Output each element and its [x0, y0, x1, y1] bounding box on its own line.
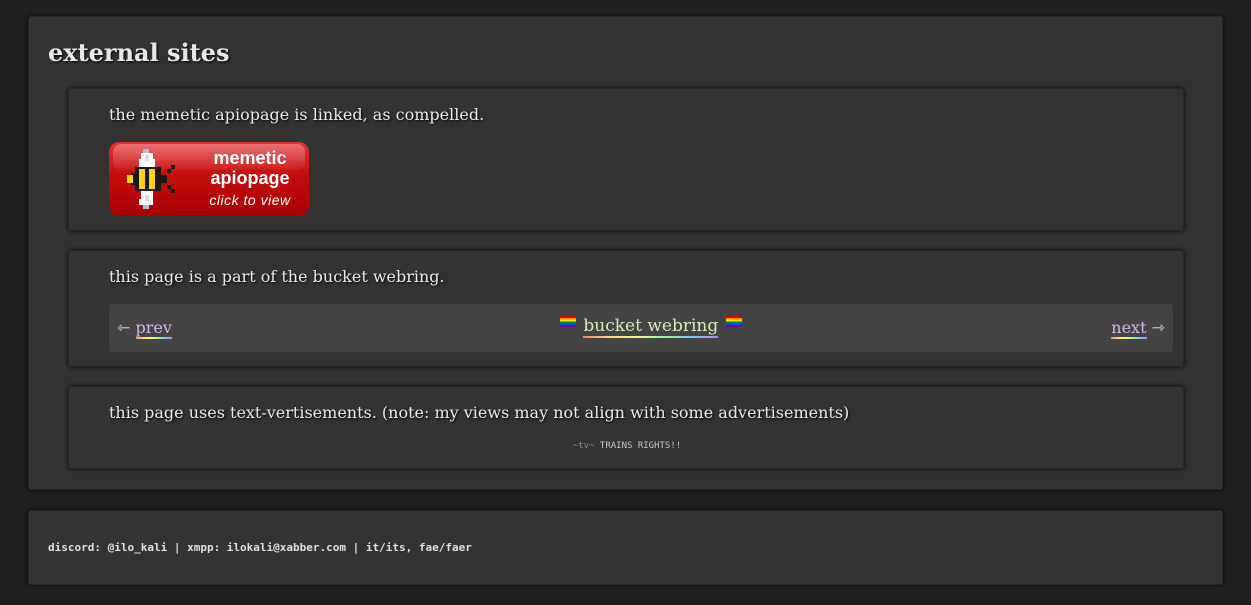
textvertisement-card: this page uses text-vertisements. (note:…: [68, 386, 1184, 469]
textvertisement-description: this page uses text-vertisements. (note:…: [109, 403, 850, 422]
webring-prev: ⇽ prev: [117, 317, 172, 339]
pride-flag-icon: [560, 316, 576, 327]
textvertisement: ~tv~ TRAINS RIGHTS!!: [69, 440, 1185, 452]
left-arrow-icon: ⇽: [117, 318, 131, 337]
webring-next-link[interactable]: next: [1111, 318, 1147, 339]
external-sites-panel: external sites the memetic apiopage is l…: [28, 16, 1223, 490]
contact-info: discord: @ilo_kali | xmpp: ilokali@xabbe…: [48, 541, 472, 554]
button-line-apiopage: apiopage: [210, 168, 290, 188]
webring-next: next ⇾: [1111, 317, 1165, 339]
section-heading: external sites: [48, 38, 230, 67]
right-arrow-icon: ⇾: [1151, 318, 1165, 337]
webring-nav: ⇽ prev bucket webring next ⇾: [109, 304, 1173, 352]
apiopage-button[interactable]: memetic apiopage click to view: [109, 142, 309, 216]
apiopage-card: the memetic apiopage is linked, as compe…: [68, 88, 1184, 231]
bee-icon: [127, 149, 175, 209]
pride-flag-icon: [725, 316, 742, 327]
bucket-webring-link[interactable]: bucket webring: [583, 316, 719, 338]
webring-prev-link[interactable]: prev: [135, 318, 172, 339]
button-line-click-to-view: click to view: [209, 192, 291, 208]
tv-ad-text: TRAINS RIGHTS!!: [599, 441, 682, 451]
button-line-memetic: memetic: [213, 148, 287, 168]
footer-panel: discord: @ilo_kali | xmpp: ilokali@xabbe…: [28, 510, 1223, 585]
webring-center: bucket webring: [560, 314, 742, 338]
webring-card: this page is a part of the bucket webrin…: [68, 250, 1184, 367]
tv-prefix: ~tv~: [572, 441, 595, 451]
webring-description: this page is a part of the bucket webrin…: [109, 267, 445, 286]
apiopage-description: the memetic apiopage is linked, as compe…: [109, 105, 485, 124]
